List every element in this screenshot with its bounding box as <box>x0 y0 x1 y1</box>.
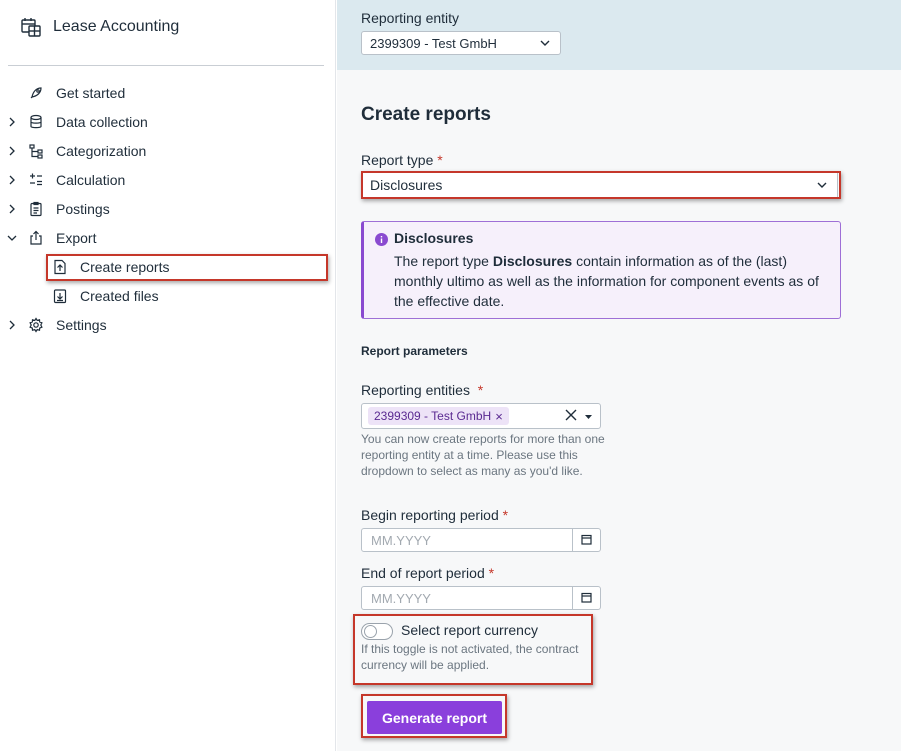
info-text: The report type Disclosures contain info… <box>394 251 834 311</box>
sidebar-item-created-files[interactable]: Created files <box>0 284 330 308</box>
chevron-right-icon[interactable] <box>6 145 18 157</box>
chevron-down-icon <box>540 40 550 46</box>
required-marker: * <box>437 152 443 168</box>
info-text-bold: Disclosures <box>492 253 573 269</box>
sidebar-item-label: Created files <box>80 288 159 304</box>
end-period-label: End of report period * <box>361 565 494 581</box>
app-brand: Lease Accounting <box>20 16 179 38</box>
chevron-down-icon[interactable] <box>6 232 18 244</box>
info-icon <box>375 233 388 246</box>
required-marker: * <box>502 507 509 523</box>
reporting-entities-label-text: Reporting entities <box>361 382 470 398</box>
reporting-entity-bar: Reporting entity 2399309 - Test GmbH <box>337 0 901 70</box>
chevron-right-icon[interactable] <box>6 203 18 215</box>
sidebar-item-label: Postings <box>56 201 110 217</box>
calculator-icon <box>30 173 42 186</box>
highlight-report-type <box>361 171 841 199</box>
app-title: Lease Accounting <box>53 18 180 35</box>
gear-icon <box>29 317 43 333</box>
sidebar-divider <box>8 65 324 66</box>
export-icon <box>30 230 42 245</box>
sidebar-item-label: Calculation <box>56 172 126 188</box>
highlight-currency <box>353 614 593 685</box>
calendar-grid-icon <box>21 18 41 37</box>
reporting-entities-label: Reporting entities * <box>361 382 483 398</box>
info-box: Disclosures The report type Disclosures … <box>361 221 841 319</box>
sidebar-item-label: Categorization <box>56 143 147 159</box>
chevron-right-icon[interactable] <box>6 319 18 331</box>
sidebar-item-calculation[interactable]: Calculation <box>0 168 330 192</box>
sidebar-item-postings[interactable]: Postings <box>0 197 330 221</box>
begin-period-placeholder: MM.YYYY <box>371 533 431 548</box>
info-text-pre: The report type <box>394 253 493 269</box>
main-content: Create reports Report type * Disclosures… <box>337 70 901 751</box>
reporting-entity-select[interactable]: 2399309 - Test GmbH <box>361 31 561 55</box>
begin-period-input[interactable]: MM.YYYY <box>361 528 601 552</box>
sidebar-item-label: Data collection <box>56 114 148 130</box>
sidebar-item-label: Get started <box>56 85 126 101</box>
calendar-icon <box>581 534 592 545</box>
info-title: Disclosures <box>394 230 474 246</box>
begin-period-label-text: Begin reporting period <box>361 507 499 523</box>
reporting-entities-help: You can now create reports for more than… <box>361 432 605 478</box>
sidebar-item-categorization[interactable]: Categorization <box>0 139 330 163</box>
database-icon <box>30 114 42 129</box>
end-period-label-text: End of report period <box>361 565 485 581</box>
sidebar-item-get-started[interactable]: Get started <box>0 81 330 105</box>
hierarchy-icon <box>29 144 43 159</box>
section-title: Report parameters <box>361 344 468 358</box>
rocket-icon <box>30 87 42 99</box>
begin-calendar-button[interactable] <box>572 529 600 551</box>
begin-period-label: Begin reporting period * <box>361 507 508 523</box>
reporting-entities-multiselect[interactable]: 2399309 - Test GmbH × <box>361 403 601 429</box>
sidebar: Lease Accounting Get started Data collec… <box>0 0 336 751</box>
chip-remove-icon[interactable]: × <box>495 409 503 424</box>
sidebar-item-settings[interactable]: Settings <box>0 313 330 337</box>
entity-chip: 2399309 - Test GmbH × <box>368 407 509 425</box>
sidebar-item-label: Export <box>56 230 97 246</box>
required-marker: * <box>488 565 495 581</box>
highlight-generate <box>361 694 507 738</box>
sidebar-item-label: Settings <box>56 317 107 333</box>
sidebar-item-export[interactable]: Export <box>0 226 330 250</box>
caret-down-icon[interactable] <box>585 415 592 419</box>
clipboard-icon <box>30 201 42 217</box>
clear-icon[interactable] <box>564 408 578 422</box>
report-type-label: Report type * <box>361 152 443 168</box>
end-period-placeholder: MM.YYYY <box>371 591 431 606</box>
end-calendar-button[interactable] <box>572 587 600 609</box>
calendar-icon <box>581 592 592 603</box>
report-type-label-text: Report type <box>361 152 434 168</box>
chevron-right-icon[interactable] <box>6 116 18 128</box>
chevron-right-icon[interactable] <box>6 174 18 186</box>
reporting-entity-value: 2399309 - Test GmbH <box>370 35 497 51</box>
required-marker: * <box>477 382 484 398</box>
end-period-input[interactable]: MM.YYYY <box>361 586 601 610</box>
sidebar-item-data-collection[interactable]: Data collection <box>0 110 330 134</box>
reporting-entity-label: Reporting entity <box>361 10 460 26</box>
highlight-create-reports <box>46 254 328 281</box>
file-download-icon <box>53 289 67 304</box>
entity-chip-label: 2399309 - Test GmbH <box>374 409 492 423</box>
page-title: Create reports <box>361 104 491 125</box>
